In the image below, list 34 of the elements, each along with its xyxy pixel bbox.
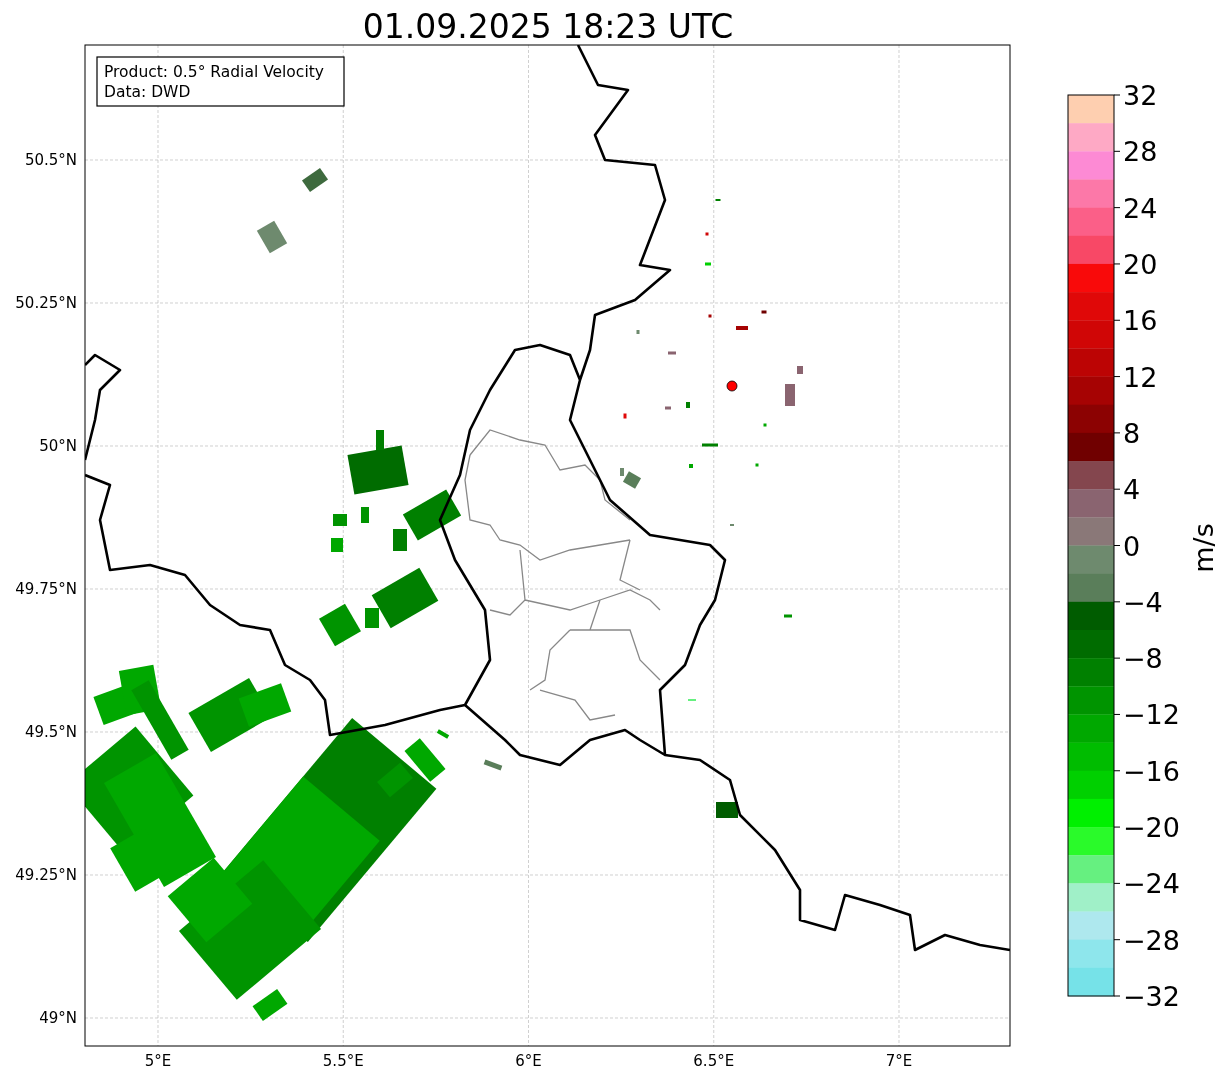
colorbar-tick-label: 32	[1123, 80, 1158, 111]
legend-text: Data: DWD	[104, 83, 191, 101]
radar-site-marker	[726, 380, 738, 392]
colorbar-label: m/s	[1188, 523, 1219, 573]
colorbar-tick-label: −20	[1123, 812, 1180, 844]
legend-text: Product: 0.5° Radial Velocity	[104, 63, 324, 81]
chart-title: 01.09.2025 18:23 UTC	[362, 7, 734, 46]
colorbar-tick-label: 0	[1123, 530, 1141, 562]
latitude-label: 49.75°N	[15, 580, 77, 598]
colorbar-tick-label: −32	[1123, 981, 1180, 1012]
latitude-label: 49.25°N	[15, 866, 77, 884]
latitude-label: 49.5°N	[24, 723, 77, 741]
colorbar-tick-label: 24	[1123, 192, 1158, 224]
colorbar-tick-label: −28	[1123, 924, 1180, 956]
colorbar-tick-label: 28	[1123, 136, 1158, 168]
longitude-label: 6.5°E	[693, 1052, 735, 1070]
longitude-label: 6°E	[515, 1052, 542, 1070]
colorbar-tick-label: 16	[1123, 305, 1158, 337]
latitude-label: 49°N	[39, 1009, 77, 1027]
colorbar-tick-label: 20	[1123, 248, 1158, 280]
colorbar-tick-label: 4	[1123, 474, 1141, 506]
colorbar-tick-label: −24	[1123, 868, 1180, 900]
longitude-label: 7°E	[885, 1052, 913, 1070]
latitude-label: 50°N	[39, 437, 77, 455]
colorbar-tick-label: −16	[1123, 755, 1180, 787]
longitude-label: 5.5°E	[322, 1052, 364, 1070]
colorbar-tick-label: −12	[1123, 699, 1180, 731]
colorbar-tick-label: −4	[1123, 586, 1163, 618]
latitude-label: 50.5°N	[24, 151, 77, 169]
latitude-label: 50.25°N	[15, 294, 77, 312]
colorbar-tick-label: 8	[1123, 417, 1141, 449]
longitude-label: 5°E	[144, 1052, 172, 1070]
colorbar-tick-label: 12	[1123, 361, 1158, 393]
colorbar-tick-label: −8	[1123, 643, 1163, 675]
